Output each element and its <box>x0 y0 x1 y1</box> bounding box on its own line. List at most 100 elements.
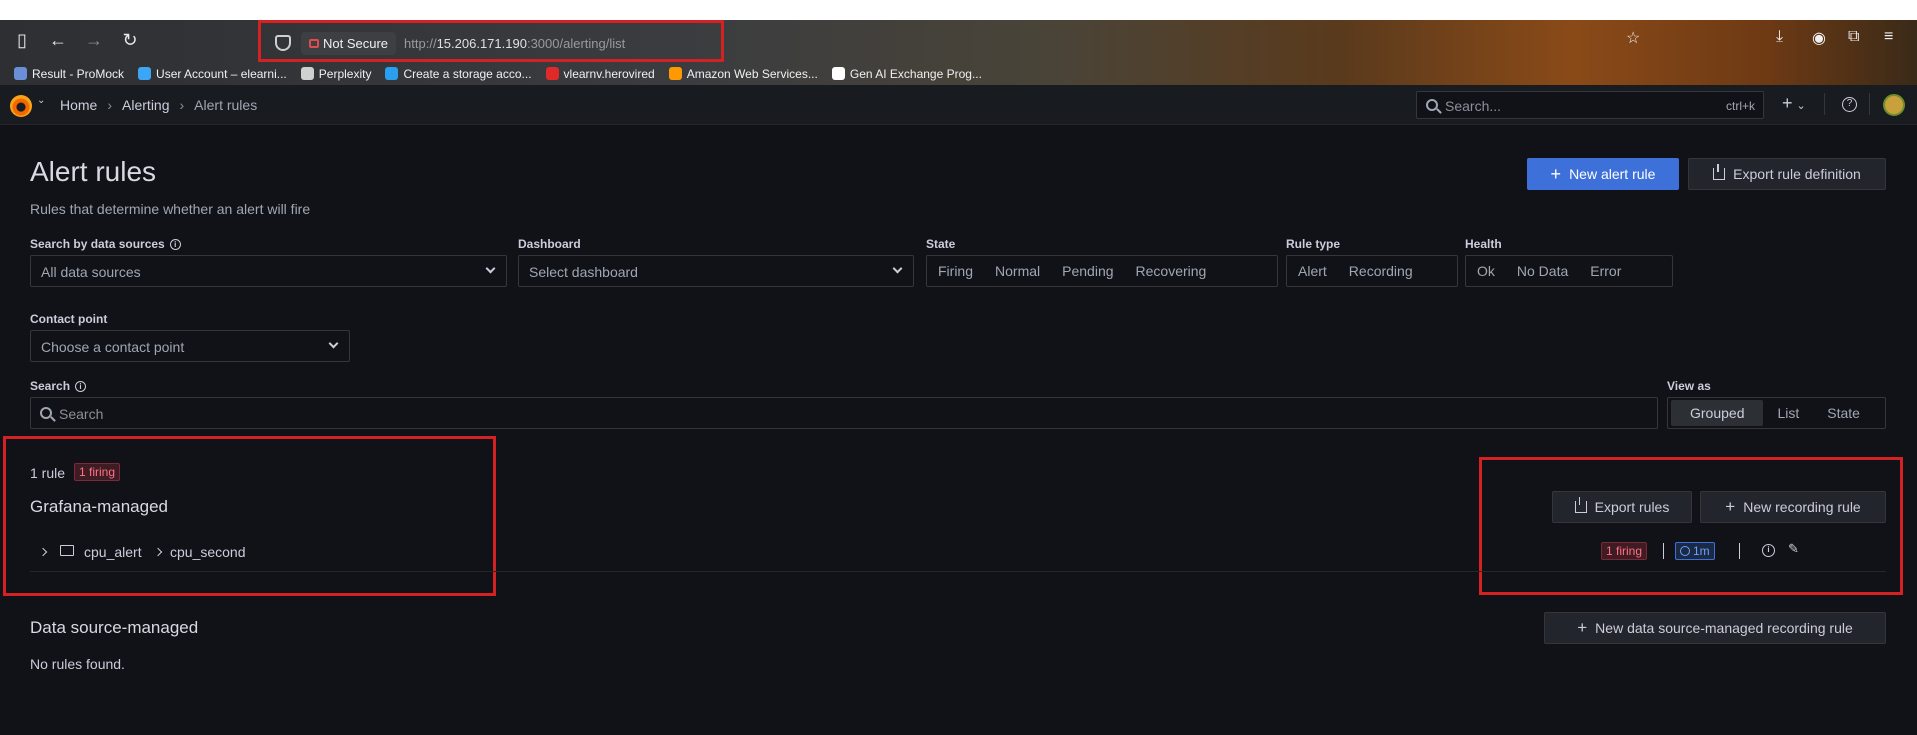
bookmark-item[interactable]: User Account – elearni... <box>138 67 287 81</box>
state-option-normal[interactable]: Normal <box>984 263 1051 279</box>
not-secure-badge[interactable]: Not Secure <box>301 31 397 55</box>
folder-name[interactable]: cpu_alert <box>84 544 142 560</box>
info-icon[interactable]: i <box>75 380 87 392</box>
export-rules-button[interactable]: Export rules <box>1552 491 1692 523</box>
add-menu-button[interactable]: + ⌄ <box>1782 93 1806 114</box>
datasource-filter-label: Search by data sources i <box>30 237 181 251</box>
chevron-down-icon <box>328 338 339 349</box>
view-as-group: Grouped List State <box>1667 397 1886 429</box>
datasource-label-text: Search by data sources <box>30 237 165 251</box>
user-avatar[interactable] <box>1883 94 1905 116</box>
bookmark-star-icon[interactable]: ☆ <box>1626 28 1640 48</box>
reload-icon[interactable]: ↻ <box>118 28 142 52</box>
bookmark-label: Result - ProMock <box>32 66 125 81</box>
bookmark-favicon-icon <box>300 67 314 80</box>
view-option-state[interactable]: State <box>1813 405 1874 421</box>
contact-point-filter-label: Contact point <box>30 312 108 326</box>
bookmark-item[interactable]: Create a storage acco... <box>385 66 532 81</box>
rules-search-input[interactable]: Search <box>30 397 1658 429</box>
bookmarks-bar: Result - ProMock User Account – elearni..… <box>0 62 1917 85</box>
bookmark-item[interactable]: Result - ProMock <box>14 67 124 81</box>
account-icon[interactable]: ◉ <box>1812 28 1826 48</box>
health-option-ok[interactable]: Ok <box>1466 263 1506 279</box>
breadcrumb-home[interactable]: Home <box>60 97 97 113</box>
chevron-down-icon <box>892 263 903 274</box>
search-shortcut: ctrl+k <box>1725 99 1755 113</box>
bookmark-label: Create a storage acco... <box>403 66 532 81</box>
menu-icon[interactable]: ≡ <box>1884 28 1893 46</box>
plus-icon: + <box>1550 163 1562 184</box>
edit-icon[interactable]: ✎ <box>1788 541 1799 557</box>
health-option-error[interactable]: Error <box>1579 263 1632 279</box>
new-alert-rule-button[interactable]: + New alert rule <box>1527 158 1679 190</box>
browser-top-strip <box>0 0 1917 20</box>
logo-chevron-icon[interactable]: ⌄ <box>37 95 45 106</box>
bookmark-item[interactable]: Gen AI Exchange Prog... <box>831 67 982 81</box>
info-icon[interactable]: i <box>1762 544 1775 557</box>
bookmark-item[interactable]: Perplexity <box>300 67 371 81</box>
clock-icon <box>1680 546 1690 556</box>
dashboard-filter-label: Dashboard <box>518 237 581 251</box>
add-icon: + <box>1782 93 1793 113</box>
page-subtitle: Rules that determine whether an alert wi… <box>30 201 311 217</box>
rules-search-placeholder: Search <box>59 406 104 422</box>
lock-icon <box>309 38 319 48</box>
new-datasource-recording-rule-button[interactable]: + New data source-managed recording rule <box>1544 612 1886 644</box>
firing-count-badge: 1 firing <box>74 463 121 481</box>
grafana-logo-icon[interactable] <box>10 95 32 117</box>
bookmark-favicon-icon <box>138 67 152 80</box>
bookmark-favicon-icon <box>14 67 27 80</box>
bookmark-favicon-icon <box>385 67 399 80</box>
evaluation-interval-badge: 1m <box>1675 542 1715 560</box>
dashboard-placeholder: Select dashboard <box>529 264 638 280</box>
state-option-firing[interactable]: Firing <box>927 263 984 279</box>
forward-icon[interactable]: → <box>82 28 106 52</box>
breadcrumb-separator-icon: › <box>107 97 113 113</box>
url-prefix: http:// <box>404 35 437 51</box>
view-option-grouped[interactable]: Grouped <box>1671 400 1764 426</box>
divider <box>1739 543 1740 559</box>
health-option-no-data[interactable]: No Data <box>1506 263 1579 279</box>
new-recording-rule-button[interactable]: + New recording rule <box>1700 491 1886 523</box>
state-option-recovering[interactable]: Recovering <box>1125 263 1218 279</box>
state-option-pending[interactable]: Pending <box>1051 263 1124 279</box>
rule-group-name[interactable]: cpu_second <box>170 544 246 560</box>
url-text[interactable]: http://15.206.171.190:3000/alerting/list <box>404 36 625 51</box>
bookmark-item[interactable]: Amazon Web Services... <box>668 67 818 81</box>
contact-point-placeholder: Choose a contact point <box>41 339 185 355</box>
extensions-icon[interactable]: ⧉ <box>1848 28 1859 46</box>
global-search-placeholder: Search... <box>1445 98 1502 114</box>
url-host: 15.206.171.190 <box>436 35 527 51</box>
chevron-down-icon <box>485 263 496 274</box>
bookmark-item[interactable]: vlearnv.herovired <box>545 66 655 81</box>
datasource-select[interactable]: All data sources <box>30 255 507 287</box>
datasource-placeholder: All data sources <box>41 264 141 280</box>
rule-type-option-recording[interactable]: Recording <box>1338 263 1424 279</box>
address-bar-highlight[interactable]: Not Secure http://15.206.171.190:3000/al… <box>258 20 724 62</box>
back-icon[interactable]: ← <box>46 28 70 52</box>
global-search-input[interactable]: Search... ctrl+k <box>1416 91 1764 119</box>
search-label-text: Search <box>30 379 71 393</box>
rule-type-option-alert[interactable]: Alert <box>1287 263 1338 279</box>
info-icon[interactable]: i <box>169 238 181 250</box>
not-secure-label: Not Secure <box>323 35 389 51</box>
sidebar-toggle-icon[interactable]: ▯ <box>10 28 34 52</box>
url-path: :3000/alerting/list <box>526 35 626 51</box>
help-icon[interactable]: ? <box>1842 97 1857 112</box>
dashboard-select[interactable]: Select dashboard <box>518 255 914 287</box>
bookmark-label: User Account – elearni... <box>156 66 287 81</box>
export-rule-definition-label: Export rule definition <box>1733 166 1861 182</box>
rule-type-filter-group: Alert Recording <box>1286 255 1458 287</box>
page-title: Alert rules <box>30 156 157 187</box>
bookmark-label: vlearnv.herovired <box>563 66 655 81</box>
export-rule-definition-button[interactable]: Export rule definition <box>1688 158 1886 190</box>
search-filter-label: Search i <box>30 379 87 393</box>
breadcrumb-alerting[interactable]: Alerting <box>122 97 169 113</box>
download-icon <box>1713 164 1726 180</box>
folder-icon <box>60 545 74 556</box>
add-chevron-icon: ⌄ <box>1796 100 1806 112</box>
view-option-list[interactable]: List <box>1763 405 1813 421</box>
browser-chrome: ▯ ← → ↻ Not Secure http://15.206.171.190… <box>0 20 1917 85</box>
downloads-icon[interactable]: ⤓ <box>1776 28 1783 46</box>
contact-point-select[interactable]: Choose a contact point <box>30 330 350 362</box>
